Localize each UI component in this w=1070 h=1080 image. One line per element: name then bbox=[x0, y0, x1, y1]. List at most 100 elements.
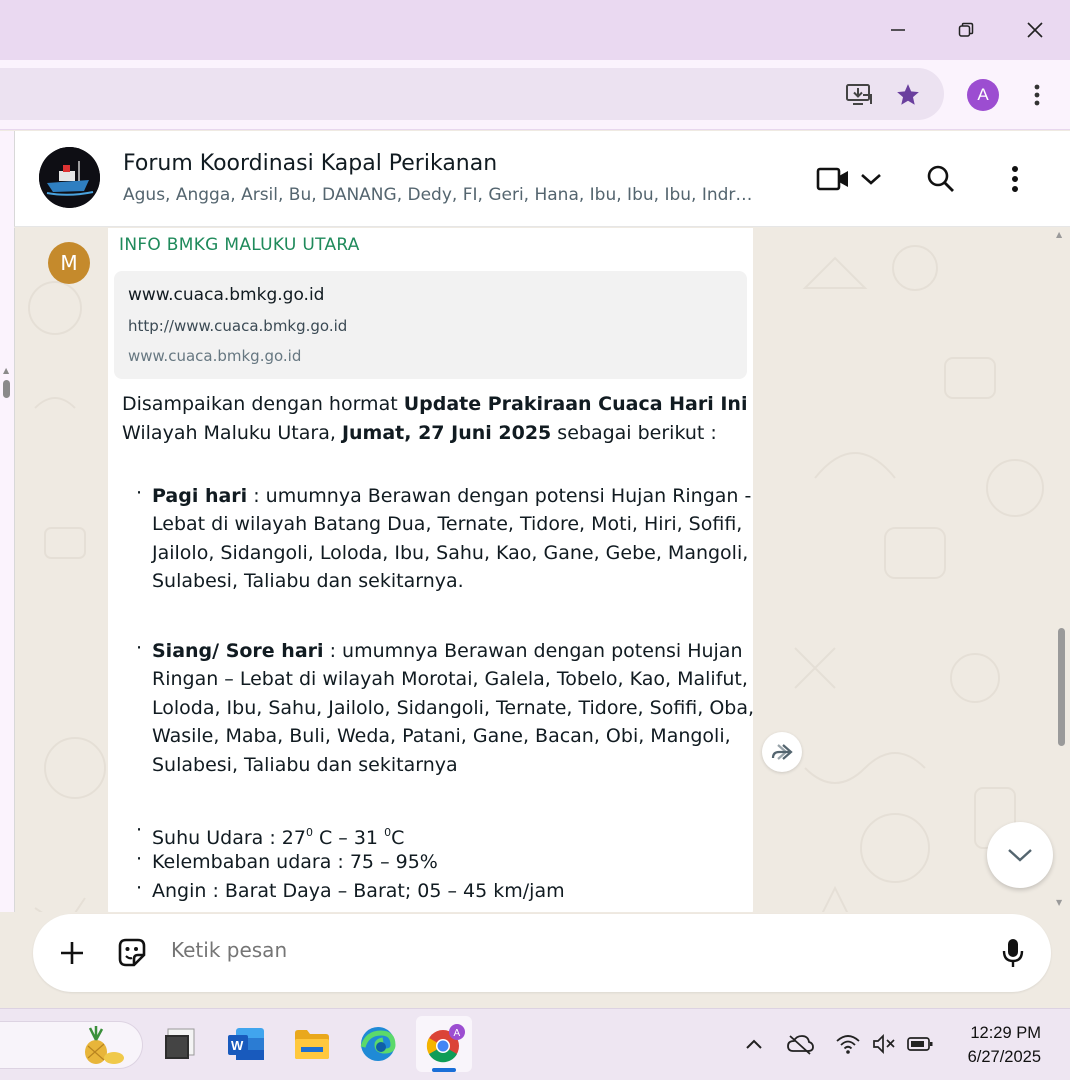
taskbar-app-edge[interactable] bbox=[356, 1022, 400, 1066]
morning-line4: Sulabesi, Taliabu dan sekitarnya. bbox=[152, 570, 464, 592]
taskbar-app-file-explorer[interactable] bbox=[290, 1022, 334, 1066]
chrome-profile-initial: A bbox=[454, 1028, 461, 1039]
install-app-icon bbox=[846, 84, 872, 105]
volume-muted-icon bbox=[873, 1033, 895, 1055]
sticker-icon bbox=[118, 938, 146, 967]
bookmark-star-icon bbox=[897, 84, 919, 105]
forward-button[interactable] bbox=[762, 732, 802, 772]
chat-menu-button[interactable] bbox=[1003, 161, 1027, 197]
sender-name[interactable]: INFO BMKG MALUKU UTARA bbox=[119, 235, 360, 255]
taskbar-app-chrome[interactable]: A bbox=[422, 1022, 466, 1066]
desktop-icon bbox=[165, 1028, 195, 1059]
afternoon-line3: Loloda, Ibu, Sahu, Jailolo, Sidangoli, T… bbox=[152, 697, 755, 719]
window-titlebar bbox=[0, 0, 1070, 60]
chevron-up-icon bbox=[746, 1039, 762, 1049]
plus-icon bbox=[61, 942, 83, 964]
morning-label: Pagi hari bbox=[152, 485, 248, 507]
restore-icon bbox=[958, 22, 974, 37]
chat-header[interactable]: Forum Koordinasi Kapal Perikanan Agus, A… bbox=[14, 131, 1070, 227]
video-camera-icon bbox=[816, 167, 848, 191]
more-vert-icon bbox=[1034, 84, 1040, 106]
temp-degree-1: 0 bbox=[305, 826, 313, 839]
taskbar-search[interactable] bbox=[0, 1021, 143, 1069]
morning-line1: Pagi hari : umumnya Berawan dengan poten… bbox=[152, 482, 751, 511]
bullet-dot: · bbox=[136, 877, 143, 899]
left-panel-edge bbox=[0, 131, 14, 1008]
message-intro-line2: Wilayah Maluku Utara, Jumat, 27 Juni 202… bbox=[122, 419, 717, 448]
group-avatar[interactable] bbox=[39, 147, 100, 208]
word-icon: W bbox=[228, 1028, 264, 1060]
intro-text: Disampaikan dengan hormat bbox=[122, 393, 404, 415]
tray-onedrive[interactable] bbox=[786, 1030, 814, 1058]
bullet-dot: · bbox=[136, 637, 143, 659]
wind-line: Angin : Barat Daya – Barat; 05 – 45 km/j… bbox=[152, 880, 565, 902]
morning-line3: Jailolo, Sidangoli, Loloda, Ibu, Sahu, K… bbox=[152, 542, 749, 564]
attach-button[interactable] bbox=[55, 936, 89, 970]
sticker-button[interactable] bbox=[113, 934, 151, 972]
address-bar[interactable] bbox=[0, 68, 944, 120]
sender-avatar[interactable]: M bbox=[48, 242, 90, 284]
left-scroll-arrow[interactable]: ▲ bbox=[3, 366, 11, 376]
message-input[interactable] bbox=[171, 938, 951, 962]
tray-overflow-button[interactable] bbox=[740, 1030, 768, 1058]
taskbar-app-word[interactable]: W bbox=[224, 1022, 268, 1066]
boat-icon bbox=[39, 147, 100, 208]
intro-suffix: sebagai berikut : bbox=[551, 422, 717, 444]
group-members: Agus, Angga, Arsil, Bu, DANANG, Dedy, FI… bbox=[123, 185, 753, 205]
chevron-down-icon bbox=[1008, 849, 1032, 862]
left-scrollbar-thumb[interactable] bbox=[3, 380, 10, 398]
intro-region: Wilayah Maluku Utara, bbox=[122, 422, 342, 444]
cloud-offline-icon bbox=[787, 1035, 814, 1055]
clock-time: 12:29 PM bbox=[970, 1024, 1041, 1042]
system-clock[interactable]: 12:29 PM 6/27/2025 bbox=[968, 1021, 1041, 1069]
humidity-line: Kelembaban udara : 75 – 95% bbox=[152, 851, 438, 873]
restore-button[interactable] bbox=[944, 10, 988, 50]
morning-line2: Lebat di wilayah Batang Dua, Ternate, Ti… bbox=[152, 513, 743, 535]
afternoon-line5: Sulabesi, Taliabu dan sekitarnya bbox=[152, 754, 458, 776]
morning-text: : umumnya Berawan dengan potensi Hujan R… bbox=[247, 485, 752, 507]
afternoon-label: Siang/ Sore hari bbox=[152, 640, 324, 662]
taskbar-app-desktop[interactable] bbox=[157, 1022, 201, 1066]
link-preview[interactable]: www.cuaca.bmkg.go.id http://www.cuaca.bm… bbox=[114, 271, 747, 379]
microphone-icon bbox=[1002, 939, 1024, 967]
scroll-up-arrow[interactable]: ▲ bbox=[1056, 230, 1066, 240]
temp-suffix: C bbox=[391, 827, 405, 849]
link-preview-domain: www.cuaca.bmkg.go.id bbox=[128, 347, 302, 365]
intro-bold-title: Update Prakiraan Cuaca Hari Ini bbox=[403, 393, 748, 415]
search-button[interactable] bbox=[923, 161, 959, 197]
afternoon-line2: Ringan – Lebat di wilayah Morotai, Galel… bbox=[152, 668, 748, 690]
bookmark-button[interactable] bbox=[892, 79, 924, 111]
active-app-indicator bbox=[432, 1068, 456, 1072]
scroll-to-bottom-button[interactable] bbox=[987, 822, 1053, 888]
browser-menu-button[interactable] bbox=[1024, 80, 1050, 110]
battery-icon bbox=[907, 1037, 933, 1051]
minimize-button[interactable] bbox=[876, 10, 920, 50]
chat-scrollbar-thumb[interactable] bbox=[1058, 628, 1065, 746]
message-intro-line1: Disampaikan dengan hormat Update Prakira… bbox=[122, 390, 747, 419]
video-call-button[interactable] bbox=[815, 161, 851, 197]
wifi-icon bbox=[836, 1035, 860, 1054]
tray-battery[interactable] bbox=[906, 1030, 934, 1058]
temp-degree-2: 0 bbox=[384, 826, 392, 839]
afternoon-line1: Siang/ Sore hari : umumnya Berawan denga… bbox=[152, 637, 743, 666]
chrome-icon: A bbox=[426, 1024, 465, 1063]
call-options-dropdown[interactable] bbox=[857, 165, 885, 193]
file-explorer-icon bbox=[295, 1030, 329, 1059]
profile-avatar[interactable]: A bbox=[967, 79, 999, 111]
pineapple-icon bbox=[85, 1026, 124, 1064]
svg-text:W: W bbox=[231, 1038, 244, 1053]
install-app-button[interactable] bbox=[842, 78, 876, 112]
temp-prefix: Suhu Udara : 27 bbox=[152, 827, 306, 849]
bullet-dot: · bbox=[136, 848, 143, 870]
afternoon-line4: Wasile, Maba, Buli, Weda, Patani, Gane, … bbox=[152, 725, 731, 747]
compose-bar bbox=[33, 914, 1051, 992]
scroll-down-arrow[interactable]: ▼ bbox=[1056, 898, 1066, 908]
search-icon bbox=[927, 165, 954, 192]
voice-message-button[interactable] bbox=[995, 934, 1031, 972]
more-vert-icon bbox=[1012, 166, 1018, 192]
close-button[interactable] bbox=[1013, 10, 1057, 50]
tray-volume[interactable] bbox=[870, 1030, 898, 1058]
bullet-dot: · bbox=[136, 819, 143, 841]
tray-wifi[interactable] bbox=[834, 1030, 862, 1058]
intro-bold-date: Jumat, 27 Juni 2025 bbox=[341, 422, 552, 444]
